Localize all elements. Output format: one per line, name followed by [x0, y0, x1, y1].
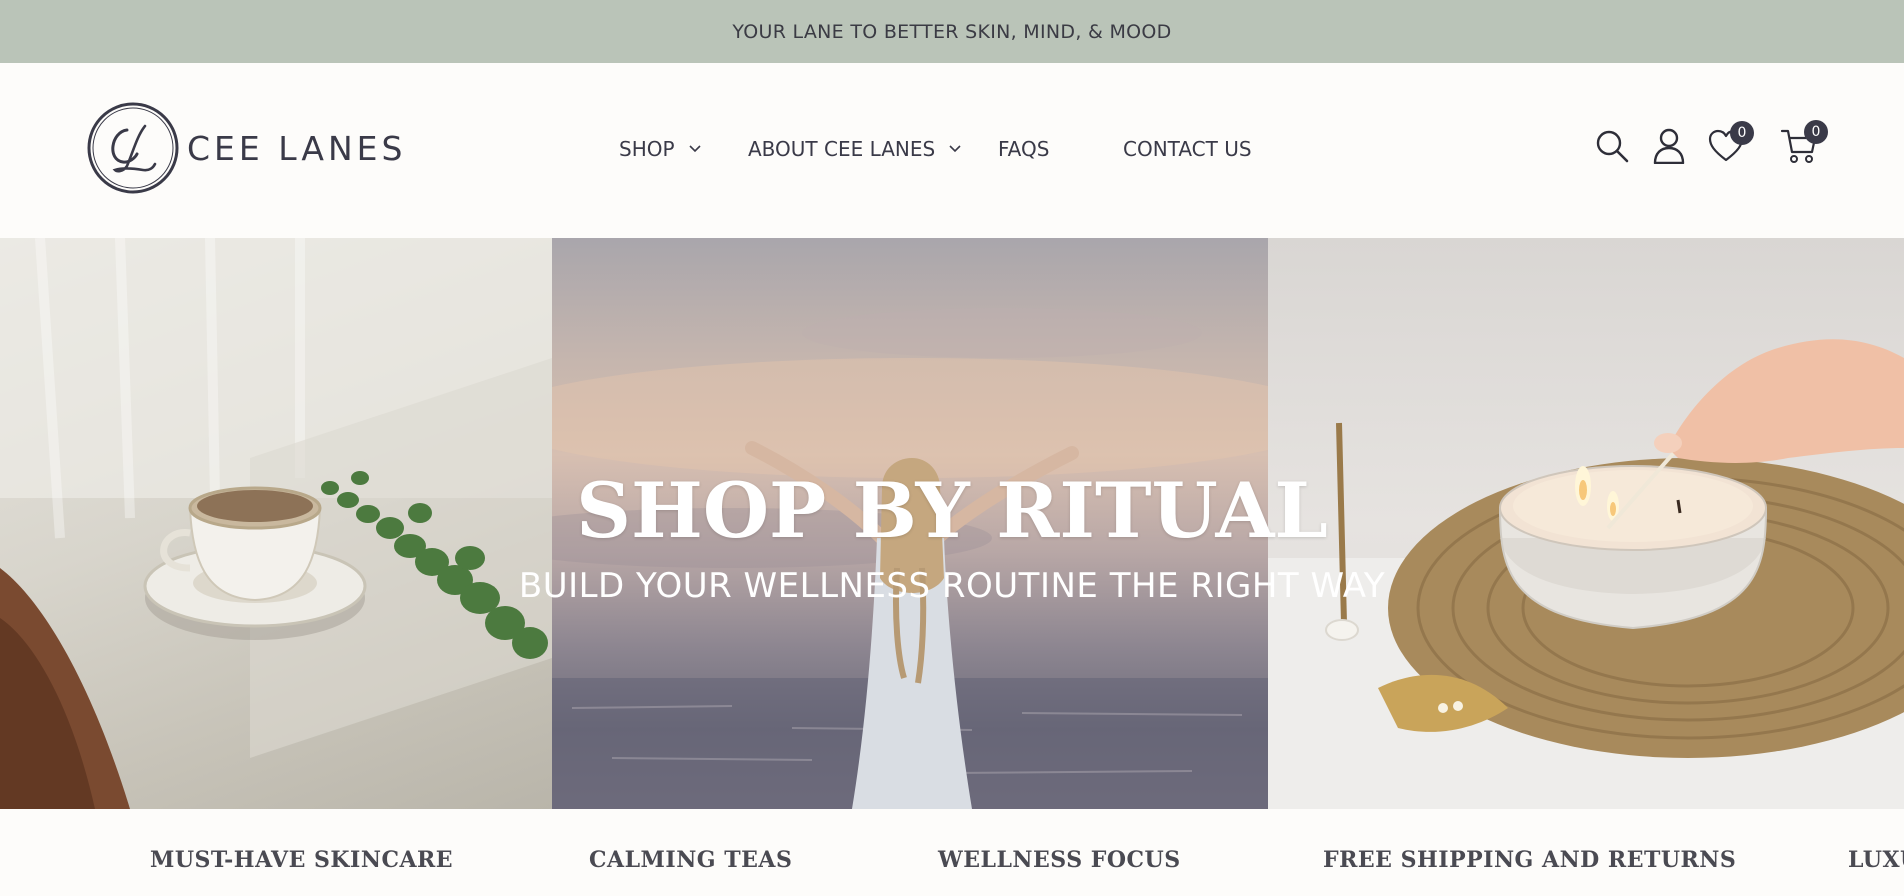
ticker-item-teas: CALMING TEAS [589, 847, 793, 873]
wishlist-button[interactable]: 0 [1708, 121, 1754, 163]
logo-monogram-icon [87, 102, 179, 194]
nav-about[interactable]: ABOUT CEE LANES [748, 137, 998, 161]
main-nav: SHOP ABOUT CEE LANES FAQS CONTACT US [619, 137, 1252, 161]
ticker-item-wellness: WELLNESS FOCUS [938, 847, 1181, 873]
user-icon [1653, 128, 1685, 164]
chevron-down-icon [688, 145, 701, 153]
brand-name: CEE LANES [187, 128, 407, 168]
nav-faqs-label: FAQS [998, 137, 1050, 161]
wishlist-count-badge: 0 [1730, 121, 1754, 145]
account-button[interactable] [1652, 128, 1686, 164]
chevron-down-icon [949, 145, 961, 153]
hero-text-overlay: SHOP BY RITUAL BUILD YOUR WELLNESS ROUTI… [0, 238, 1904, 809]
ticker-item-shipping: FREE SHIPPING AND RETURNS [1323, 847, 1737, 873]
hero-subtitle: BUILD YOUR WELLNESS ROUTINE THE RIGHT WA… [518, 566, 1386, 606]
hero-banner[interactable]: SHOP BY RITUAL BUILD YOUR WELLNESS ROUTI… [0, 238, 1904, 809]
header-icons: 0 0 [1594, 120, 1828, 164]
ticker-item-skincare: MUST-HAVE SKINCARE [150, 847, 454, 873]
brand-logo[interactable]: CEE LANES [87, 102, 406, 194]
search-button[interactable] [1594, 128, 1630, 164]
marquee-ticker: MUST-HAVE SKINCARE CALMING TEAS WELLNESS… [0, 809, 1904, 896]
search-icon [1596, 130, 1629, 163]
cart-button[interactable]: 0 [1780, 120, 1828, 164]
announcement-text: YOUR LANE TO BETTER SKIN, MIND, & MOOD [732, 20, 1172, 43]
nav-shop-label: SHOP [619, 137, 675, 161]
nav-contact-label: CONTACT US [1123, 137, 1252, 161]
cart-count-badge: 0 [1804, 120, 1828, 144]
announcement-bar: YOUR LANE TO BETTER SKIN, MIND, & MOOD [0, 0, 1904, 63]
nav-faqs[interactable]: FAQS [998, 137, 1123, 161]
nav-about-label: ABOUT CEE LANES [748, 137, 936, 161]
ticker-item-luxury-partial: LUXU [1848, 847, 1904, 873]
hero-title: SHOP BY RITUAL [576, 466, 1328, 555]
nav-shop[interactable]: SHOP [619, 137, 748, 161]
nav-contact[interactable]: CONTACT US [1123, 137, 1252, 161]
